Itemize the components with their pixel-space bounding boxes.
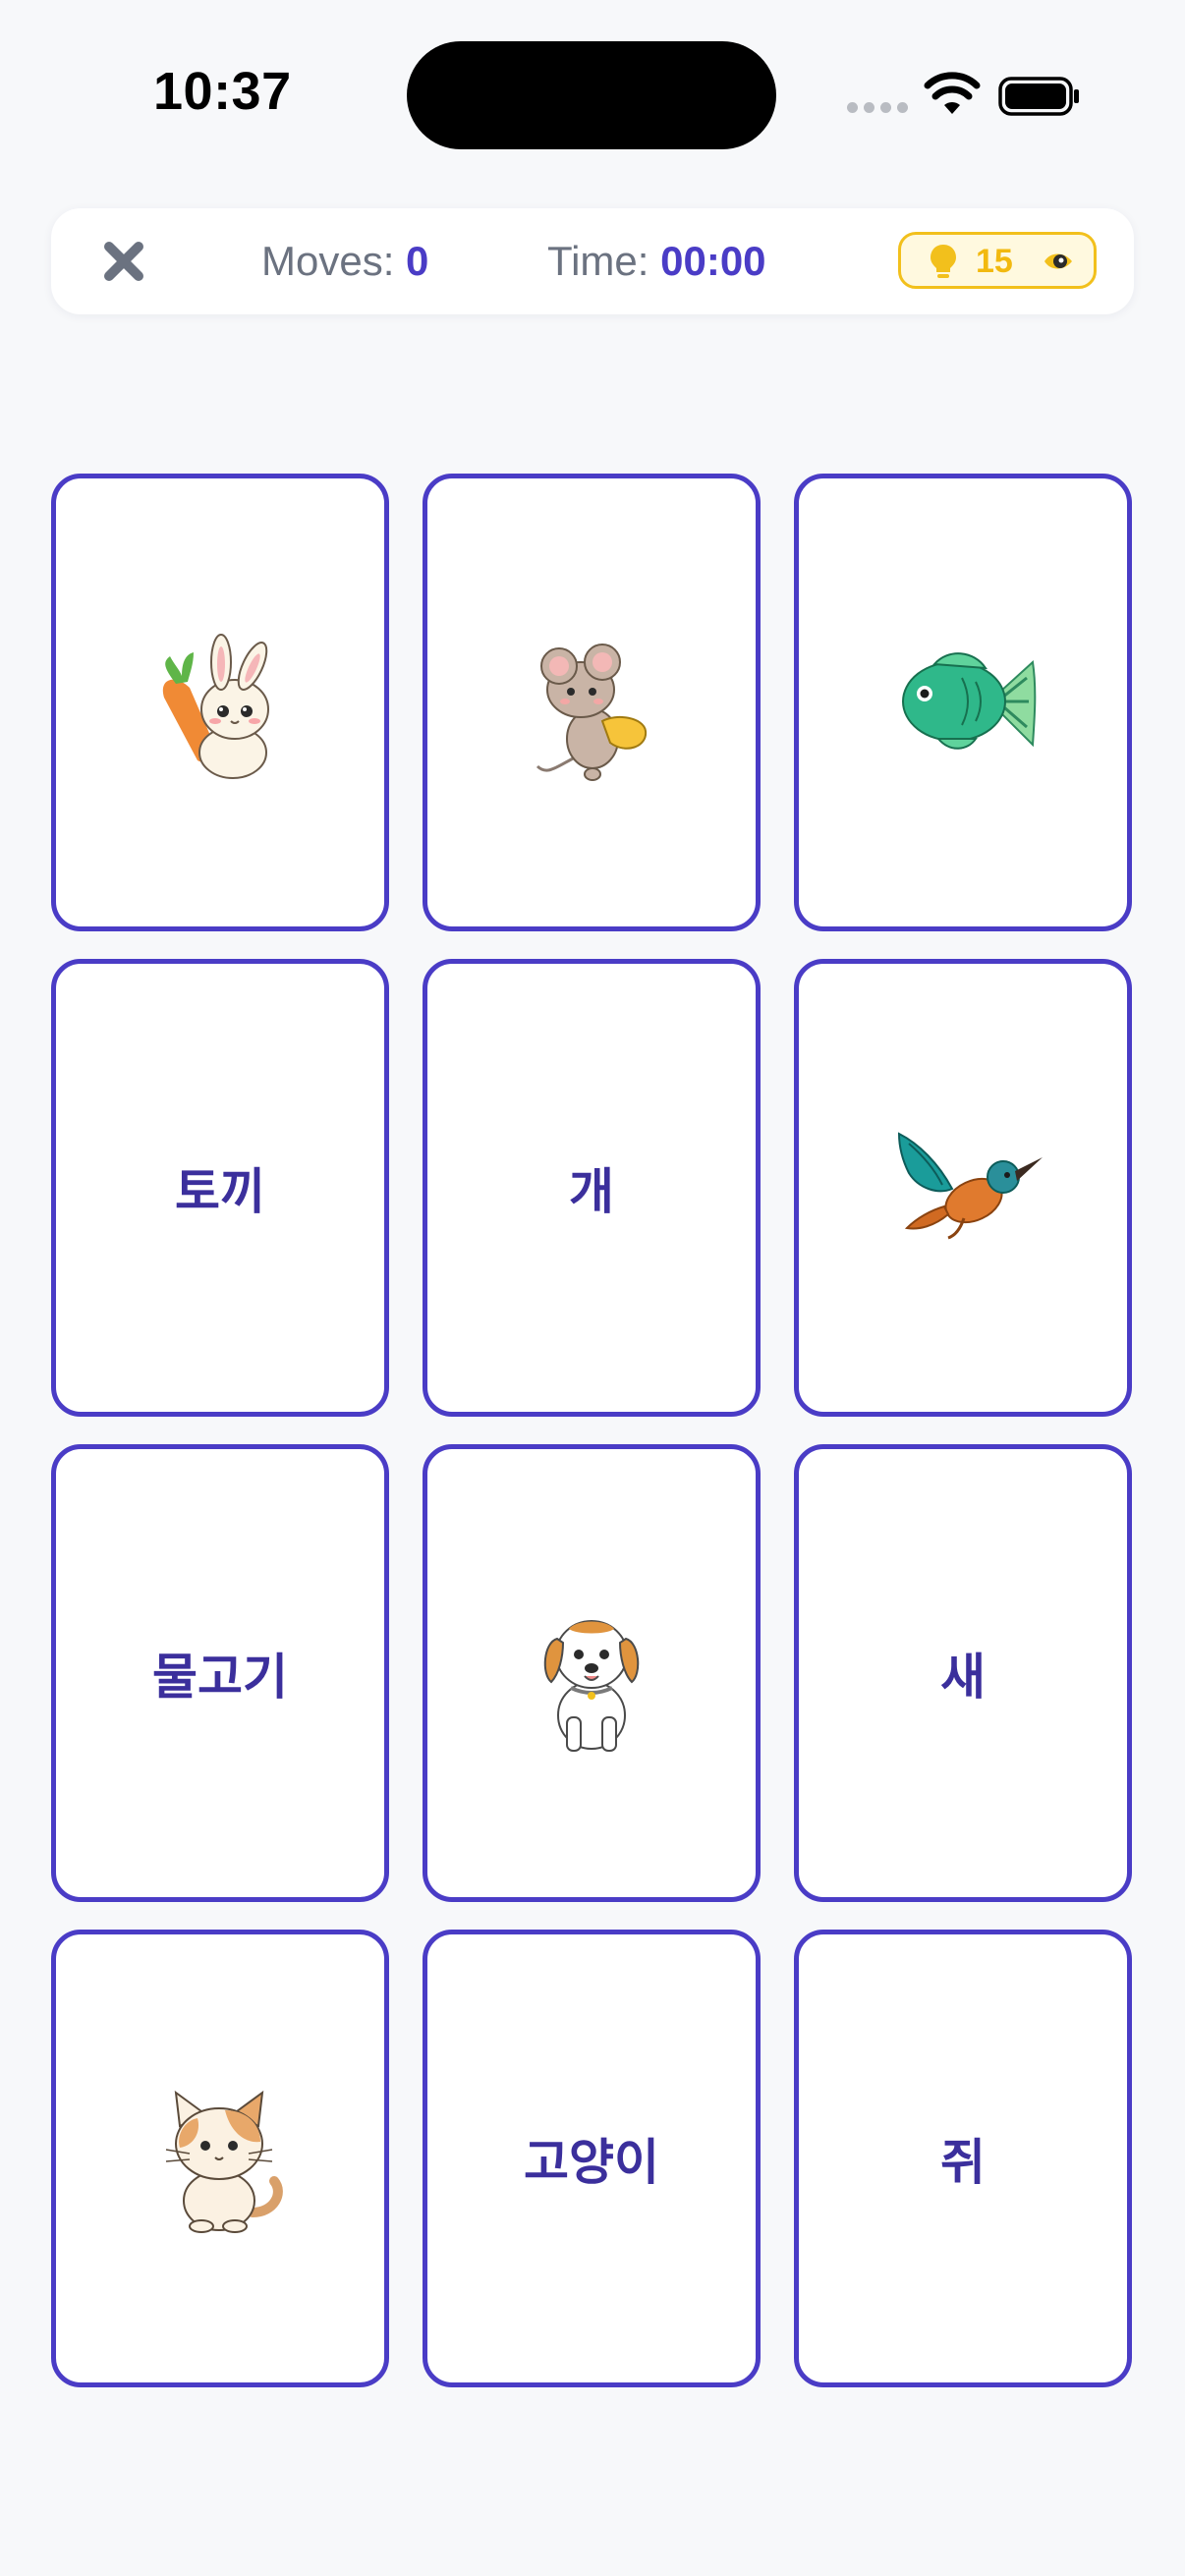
eye-reveal-icon: [1044, 253, 1072, 269]
card-image-dog[interactable]: [423, 1444, 761, 1902]
status-bar: 10:37: [0, 0, 1185, 196]
card-word-text: 고양이: [524, 2134, 659, 2191]
card-word-text: 토끼: [175, 1163, 265, 1220]
hint-count: 15: [976, 243, 1013, 280]
battery-icon: [998, 77, 1079, 116]
fish-icon: [902, 652, 1037, 750]
time-label: Time:: [547, 238, 649, 284]
card-word-fish[interactable]: 물고기: [51, 1444, 389, 1902]
wifi-icon: [924, 72, 981, 114]
close-x-icon: [104, 242, 143, 281]
card-image-fish[interactable]: [794, 474, 1132, 931]
cellular-signal-icon: [847, 102, 908, 114]
timer: Time: 00:00: [547, 234, 766, 289]
card-word-mouse[interactable]: 쥐: [794, 1930, 1132, 2387]
moves-label: Moves:: [261, 238, 395, 284]
card-word-text: 개: [569, 1163, 614, 1220]
card-word-cat[interactable]: 고양이: [423, 1930, 761, 2387]
mouse-icon: [536, 644, 648, 781]
card-image-bird[interactable]: [794, 959, 1132, 1417]
card-word-bird[interactable]: 새: [794, 1444, 1132, 1902]
card-word-dog[interactable]: 개: [423, 959, 761, 1417]
status-time: 10:37: [153, 62, 292, 121]
rabbit-with-carrot-icon: [162, 634, 269, 779]
dynamic-island: [407, 41, 776, 149]
lightbulb-icon: [931, 245, 956, 278]
card-image-cat[interactable]: [51, 1930, 389, 2387]
time-value: 00:00: [660, 238, 766, 284]
hint-button[interactable]: 15: [898, 232, 1097, 289]
close-button[interactable]: [92, 230, 155, 293]
cat-icon: [165, 2090, 283, 2233]
card-word-rabbit[interactable]: 토끼: [51, 959, 389, 1417]
card-image-mouse[interactable]: [423, 474, 761, 931]
game-header: Moves: 0 Time: 00:00 15: [51, 208, 1134, 314]
card-word-text: 새: [940, 1649, 986, 1706]
dog-icon: [543, 1620, 640, 1752]
card-image-rabbit[interactable]: [51, 474, 389, 931]
card-word-text: 쥐: [940, 2134, 986, 2191]
bird-icon: [897, 1132, 1043, 1240]
moves-counter: Moves: 0: [261, 234, 428, 289]
moves-value: 0: [406, 238, 429, 284]
card-word-text: 물고기: [152, 1649, 288, 1706]
